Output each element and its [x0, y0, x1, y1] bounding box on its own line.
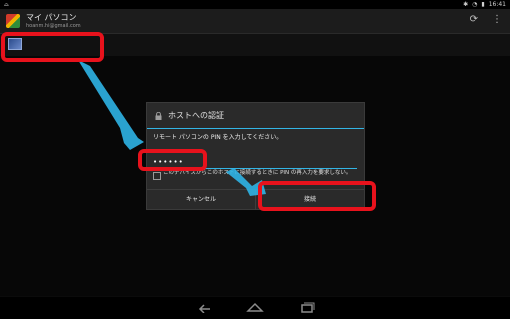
connect-highlight	[258, 181, 376, 211]
pin-highlight	[138, 149, 207, 171]
arrow-to-pin	[78, 60, 144, 150]
host-highlight	[1, 32, 104, 62]
